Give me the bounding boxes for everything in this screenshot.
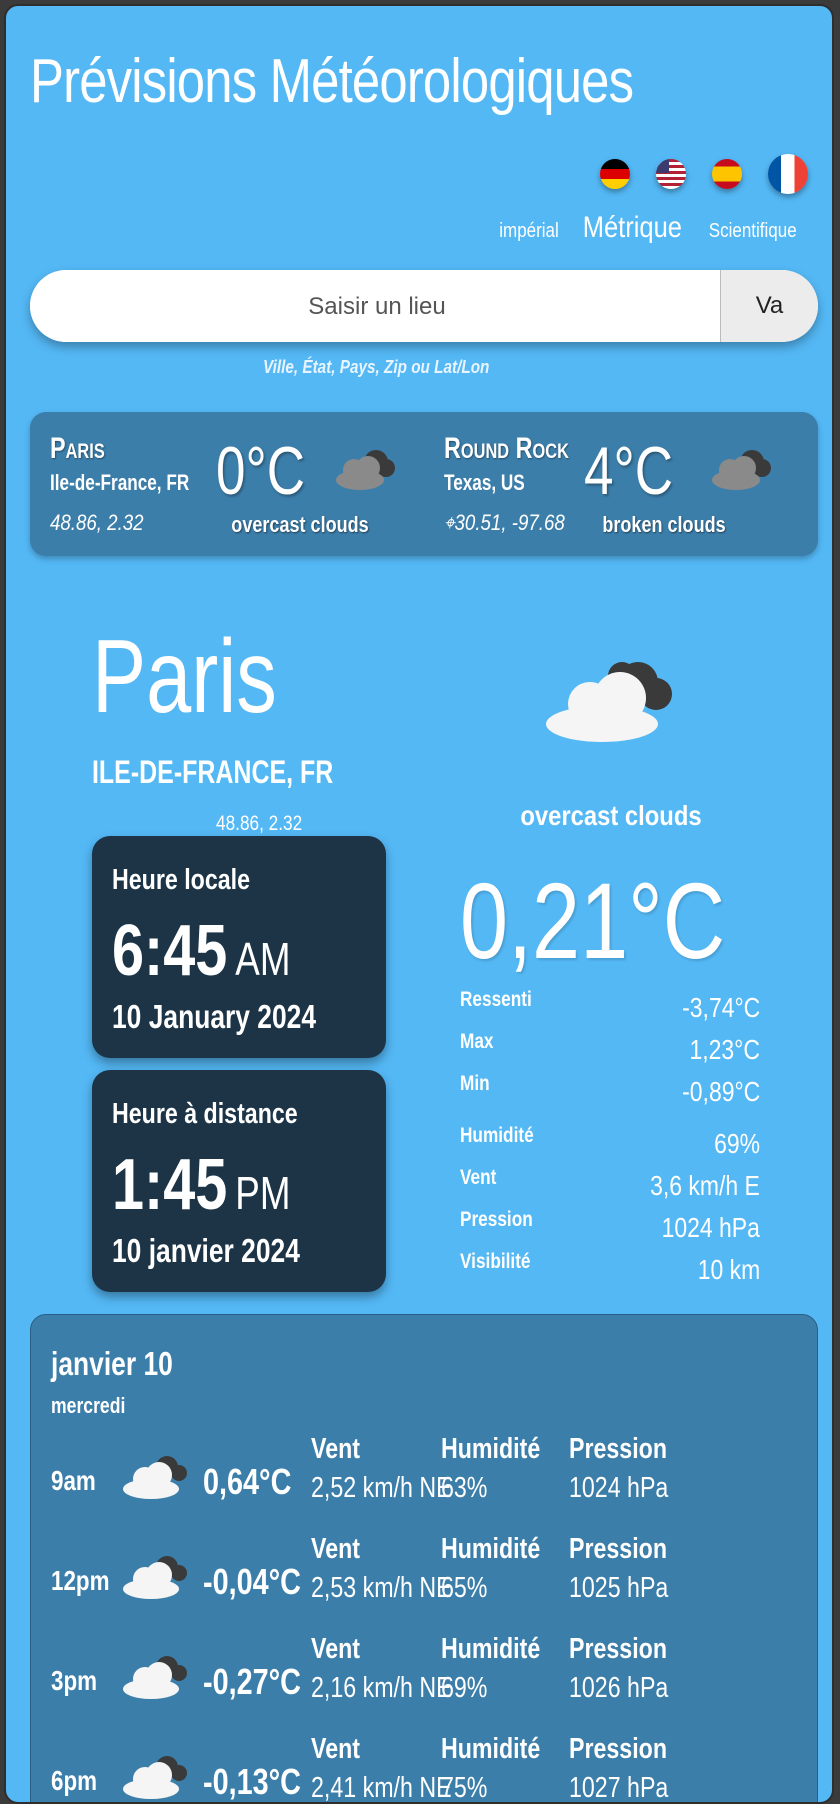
local-date: 10 January 2024 (112, 998, 317, 1035)
forecast-pressure: 1024 hPa (569, 1472, 669, 1504)
forecast-wind: 2,16 km/h NE (311, 1672, 452, 1704)
local-time-card: Heure locale 6:45 AM 10 January 2024 (92, 836, 386, 1058)
recent-city: Paris (50, 432, 105, 465)
detail-min: Min -0,89°C (460, 1072, 760, 1107)
remote-time: 1:45 PM (112, 1145, 291, 1225)
page-title: Prévisions Météorologiques (30, 47, 634, 116)
wind-label: Vent (311, 1733, 360, 1765)
recent-region: Texas, US (444, 470, 525, 495)
forecast-wind: 2,41 km/h NE (311, 1772, 452, 1804)
germany-flag-icon[interactable] (600, 159, 630, 189)
recent-location-paris[interactable]: Paris Ile-de-France, FR 48.86, 2.32 0°C … (30, 412, 424, 556)
wind-label: Vent (311, 1433, 360, 1465)
humidity-label: Humidité (441, 1633, 541, 1665)
humidity-label: Humidité (441, 1533, 541, 1565)
recent-coords: ⌖30.51, -97.68 (444, 510, 565, 535)
unit-scientific[interactable]: Scientifique (708, 220, 796, 243)
recent-region: Ile-de-France, FR (50, 470, 190, 495)
forecast-temp: -0,13°C (203, 1761, 301, 1802)
current-temperature: 0,21°C (460, 860, 726, 981)
hourly-forecast-panel: janvier 10 mercredi 9am 0,64°C Vent 2,52 … (30, 1314, 819, 1804)
cloud-icon (117, 1649, 193, 1706)
cloud-icon (117, 1749, 193, 1802)
pressure-label: Pression (569, 1633, 667, 1665)
remote-date: 10 janvier 2024 (112, 1232, 300, 1269)
local-time-label: Heure locale (112, 864, 250, 896)
forecast-temp: -0,27°C (203, 1661, 301, 1702)
forecast-row: 3pm -0,27°C Vent 2,16 km/h NE Humidité 69%… (31, 1627, 819, 1727)
cloud-icon (117, 1449, 193, 1506)
search-hint: Ville, État, Pays, Zip ou Lat/Lon (262, 357, 490, 377)
current-region: Ile-de-France, FR (92, 754, 334, 790)
spain-flag-icon[interactable] (712, 159, 742, 189)
recent-city: Round Rock (444, 432, 569, 465)
cloud-icon (117, 1549, 193, 1606)
wind-label: Vent (311, 1533, 360, 1565)
language-selector (600, 154, 808, 194)
france-flag-icon[interactable] (768, 154, 808, 194)
overcast-clouds-icon (538, 646, 688, 751)
detail-humidity: Humidité 69% (460, 1124, 760, 1159)
forecast-hour: 9am (51, 1465, 96, 1496)
current-city: Paris (92, 619, 277, 735)
detail-max: Max 1,23°C (460, 1030, 760, 1065)
pressure-label: Pression (569, 1433, 667, 1465)
location-target-icon: ⌖ (444, 510, 455, 535)
forecast-humidity: 69% (441, 1672, 488, 1704)
unit-imperial[interactable]: impérial (499, 220, 559, 243)
forecast-humidity: 65% (441, 1572, 488, 1604)
detail-pressure: Pression 1024 hPa (460, 1208, 760, 1243)
recent-temp: 4°C (584, 433, 674, 509)
local-time: 6:45 AM (112, 911, 291, 991)
detail-wind: Vent 3,6 km/h E (460, 1166, 760, 1201)
humidity-label: Humidité (441, 1733, 541, 1765)
forecast-row: 9am 0,64°C Vent 2,52 km/h NE Humidité 63% … (31, 1427, 819, 1527)
forecast-wind: 2,52 km/h NE (311, 1472, 452, 1504)
unit-metric[interactable]: Métrique (583, 211, 682, 245)
recent-temp: 0°C (216, 433, 306, 509)
forecast-pressure: 1027 hPa (569, 1772, 669, 1804)
overcast-clouds-icon (330, 442, 398, 497)
recent-condition: overcast clouds (231, 512, 369, 537)
forecast-pressure: 1026 hPa (569, 1672, 669, 1704)
detail-feels-like: Ressenti -3,74°C (460, 988, 760, 1023)
forecast-row: 6pm -0,13°C Vent 2,41 km/h NE Humidité 75%… (31, 1727, 819, 1804)
forecast-wind: 2,53 km/h NE (311, 1572, 452, 1604)
recent-locations: Paris Ile-de-France, FR 48.86, 2.32 0°C … (30, 412, 818, 556)
usa-flag-icon[interactable] (656, 159, 686, 189)
recent-location-round-rock[interactable]: Round Rock Texas, US ⌖30.51, -97.68 4°C … (424, 412, 818, 556)
unit-selector: impérial Métrique Scientifique (494, 211, 804, 245)
forecast-temp: 0,64°C (203, 1461, 292, 1502)
forecast-humidity: 63% (441, 1472, 488, 1504)
forecast-weekday: mercredi (51, 1393, 126, 1418)
humidity-label: Humidité (441, 1433, 541, 1465)
current-condition: overcast clouds (520, 800, 702, 831)
weather-details: Ressenti -3,74°C Max 1,23°C Min -0,89°C Hum… (460, 986, 760, 1290)
recent-coords: 48.86, 2.32 (50, 510, 144, 535)
forecast-date: janvier 10 (51, 1345, 173, 1382)
remote-time-label: Heure à distance (112, 1098, 298, 1130)
broken-clouds-icon (706, 442, 774, 497)
search-bar: Va (30, 270, 818, 342)
forecast-temp: -0,04°C (203, 1561, 301, 1602)
forecast-humidity: 75% (441, 1772, 488, 1804)
forecast-hour: 12pm (51, 1565, 110, 1596)
detail-visibility: Visibilité 10 km (460, 1250, 760, 1285)
recent-condition: broken clouds (602, 512, 726, 537)
remote-time-card: Heure à distance 1:45 PM 10 janvier 2024 (92, 1070, 386, 1292)
forecast-hour: 3pm (51, 1665, 98, 1696)
location-search-input[interactable] (30, 270, 724, 342)
app-frame: Prévisions Météorologiques impérial Métr… (4, 4, 834, 1804)
current-coords: 48.86, 2.32 (216, 812, 303, 835)
go-button[interactable]: Va (720, 270, 818, 342)
forecast-pressure: 1025 hPa (569, 1572, 669, 1604)
forecast-row: 12pm -0,04°C Vent 2,53 km/h NE Humidité 65… (31, 1527, 819, 1627)
pressure-label: Pression (569, 1733, 667, 1765)
forecast-hour: 6pm (51, 1765, 98, 1796)
pressure-label: Pression (569, 1533, 667, 1565)
wind-label: Vent (311, 1633, 360, 1665)
